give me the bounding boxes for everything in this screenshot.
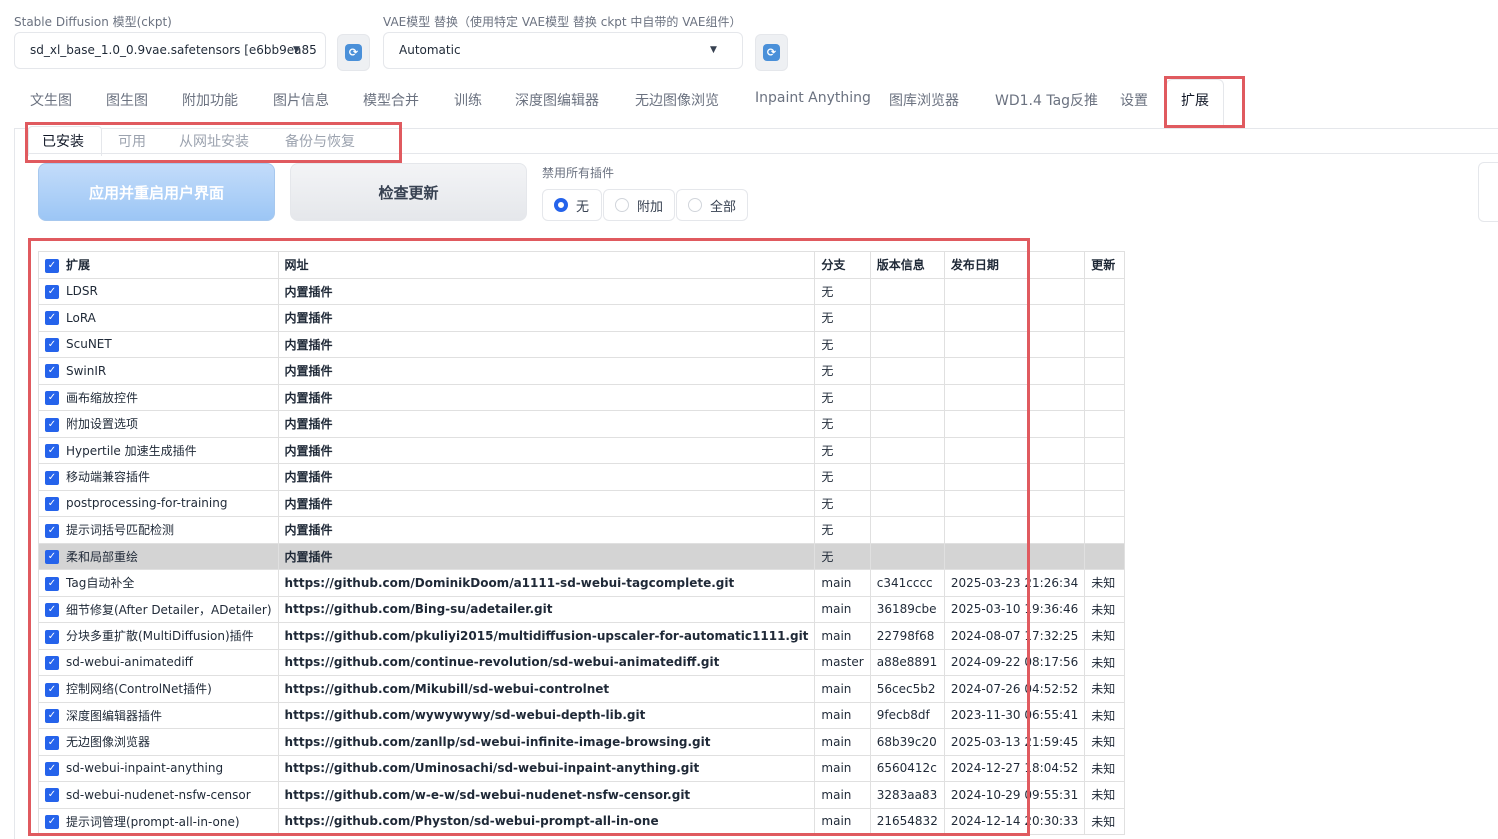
tab-txt2img[interactable]: 文生图 — [30, 90, 72, 110]
radio-extra[interactable]: 附加 — [603, 189, 675, 221]
tab-settings[interactable]: 设置 — [1120, 90, 1148, 110]
chevron-down-icon: ▼ — [710, 45, 717, 55]
highlight-extensions-tab — [1164, 76, 1245, 128]
cell-update: 未知 — [1084, 622, 1126, 650]
cell-update: 未知 — [1084, 648, 1126, 676]
apply-restart-button[interactable]: 应用并重启用户界面 — [38, 163, 275, 221]
refresh-icon: ⟳ — [763, 44, 780, 61]
tab-png-info[interactable]: 图片信息 — [273, 90, 329, 110]
model-select[interactable]: sd_xl_base_1.0_0.9vae.safetensors [e6bb9… — [14, 32, 326, 69]
cell-update: 未知 — [1084, 807, 1126, 835]
vae-select[interactable]: Automatic ▼ — [383, 32, 743, 69]
highlight-table — [28, 238, 1030, 836]
model-selector-label: Stable Diffusion 模型(ckpt) — [14, 15, 172, 29]
side-panel-edge — [1478, 162, 1498, 222]
radio-unselected-icon — [615, 198, 629, 212]
radio-all[interactable]: 全部 — [676, 189, 748, 221]
tab-extras[interactable]: 附加功能 — [182, 90, 238, 110]
tab-gallery[interactable]: 图库浏览器 — [889, 90, 959, 110]
cell-update: 未知 — [1084, 569, 1126, 597]
tab-train[interactable]: 训练 — [454, 90, 482, 110]
model-select-value: sd_xl_base_1.0_0.9vae.safetensors [e6bb9… — [30, 43, 317, 57]
cell-update — [1084, 436, 1126, 464]
cell-update: 未知 — [1084, 675, 1126, 703]
chevron-down-icon: ▼ — [293, 45, 300, 55]
radio-selected-icon — [554, 198, 568, 212]
tab-inpaint-anything[interactable]: Inpaint Anything — [755, 90, 871, 106]
cell-update: 未知 — [1084, 701, 1126, 729]
cell-update — [1084, 357, 1126, 385]
tab-depth-lib[interactable]: 深度图编辑器 — [515, 90, 599, 110]
cell-update — [1084, 463, 1126, 491]
cell-update: 未知 — [1084, 781, 1126, 809]
tab-wd14-tagger[interactable]: WD1.4 Tag反推 — [995, 90, 1098, 110]
tab-iib[interactable]: 无边图像浏览 — [635, 90, 719, 110]
highlight-subtabs — [25, 122, 402, 163]
tab-merge[interactable]: 模型合并 — [363, 90, 419, 110]
vae-selector-label: VAE模型 替换（使用特定 VAE模型 替换 ckpt 中自带的 VAE组件） — [383, 15, 742, 29]
tab-img2img[interactable]: 图生图 — [106, 90, 148, 110]
cell-update — [1084, 489, 1126, 517]
check-updates-button[interactable]: 检查更新 — [290, 163, 527, 221]
radio-extra-label: 附加 — [637, 199, 664, 215]
panel-border — [14, 128, 15, 839]
cell-update — [1084, 277, 1126, 305]
refresh-icon: ⟳ — [345, 44, 362, 61]
disable-all-label: 禁用所有插件 — [542, 166, 615, 180]
cell-update — [1084, 410, 1126, 438]
vae-refresh-button[interactable]: ⟳ — [755, 34, 788, 71]
radio-none-label: 无 — [576, 199, 590, 215]
model-refresh-button[interactable]: ⟳ — [337, 34, 370, 71]
cell-update: 未知 — [1084, 754, 1126, 782]
cell-update — [1084, 516, 1126, 544]
radio-unselected-icon — [688, 198, 702, 212]
cell-update — [1084, 330, 1126, 358]
cell-update — [1084, 304, 1126, 332]
cell-update — [1084, 542, 1126, 570]
cell-update: 未知 — [1084, 728, 1126, 756]
cell-update: 未知 — [1084, 595, 1126, 623]
cell-update — [1084, 383, 1126, 411]
header-update: 更新 — [1084, 251, 1126, 279]
radio-all-label: 全部 — [710, 199, 737, 215]
radio-none[interactable]: 无 — [542, 189, 602, 221]
vae-select-value: Automatic — [399, 43, 461, 57]
